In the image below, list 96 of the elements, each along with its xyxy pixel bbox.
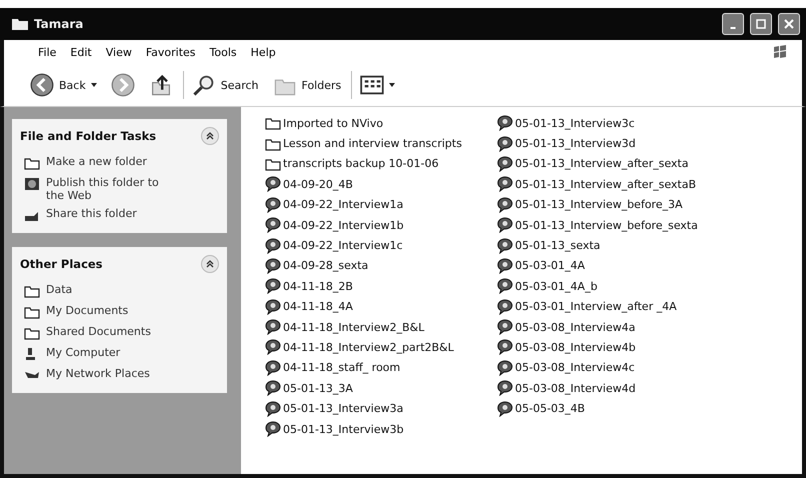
file-name[interactable]: 05-01-13_Interview_after_sextaB [515,178,696,191]
speech-bubble-icon [497,319,513,336]
maximize-button[interactable] [750,13,772,35]
speech-bubble-icon [265,176,281,192]
view-grid-icon [360,73,384,97]
speech-bubble-icon [497,278,513,294]
close-icon [784,19,794,29]
file-name[interactable]: 04-09-22_Interview1c [283,239,403,252]
chevron-up-icon [205,131,215,141]
folder-icon [12,18,28,30]
menu-item[interactable]: Edit [70,46,92,58]
panel-title: Other Places [20,257,103,271]
speech-bubble-icon [497,258,513,274]
file-name[interactable]: 05-03-01_4A [515,259,585,272]
caret-icon [90,83,97,87]
menu-item[interactable]: File [38,46,56,58]
file-name[interactable]: 05-05-03_4B [515,402,585,416]
file-name[interactable]: 04-11-18_Interview2_part2B&L [283,340,454,354]
file-name[interactable]: 04-11-18_staff_ room [283,361,400,374]
task-link[interactable]: Data [46,283,176,296]
file-name[interactable]: 04-11-18_2B [283,280,353,293]
file-name[interactable]: 05-01-13_Interview3a [283,402,404,416]
task-link[interactable]: My Network Places [46,367,176,380]
task-link[interactable]: Share this folder [46,207,176,220]
file-name[interactable]: 04-09-22_Interview1a [283,198,404,212]
minimize-button[interactable] [722,13,744,35]
file-name[interactable]: transcripts backup 10-01-06 [283,157,439,170]
file-name[interactable]: 05-01-13_Interview_before_sexta [515,218,698,232]
file-name[interactable]: 04-11-18_4A [283,300,353,314]
menu-item[interactable]: Tools [210,46,237,58]
search-button[interactable]: Search [182,71,263,99]
menu-item[interactable]: Favorites [146,46,196,58]
task-link[interactable]: Make a new folder [46,155,176,168]
file-name[interactable]: 05-01-13_Interview_before_3A [515,198,683,212]
file-name[interactable]: 05-01-13_Interview3d [515,137,636,150]
speech-bubble-icon [497,360,513,376]
file-name[interactable]: 05-01-13_3A [283,382,353,395]
speech-bubble-icon [265,421,281,438]
file-name[interactable]: 05-03-01_4A_b [515,280,598,293]
speech-bubble-icon [265,339,281,356]
file-name[interactable]: Lesson and interview transcripts [283,137,462,150]
speech-bubble-icon [265,380,281,396]
speech-bubble-icon [265,278,281,294]
file-name[interactable]: Imported to NVivo [283,116,384,130]
speech-bubble-icon [265,360,281,376]
speech-bubble-icon [497,136,513,152]
file-name[interactable]: 04-09-22_Interview1b [283,218,404,232]
flag-logo-icon [772,44,788,60]
close-button[interactable] [778,13,800,35]
file-name[interactable]: 05-03-08_Interview4b [515,340,636,354]
speech-bubble-icon [265,319,281,336]
globe-icon [24,176,40,192]
speech-bubble-icon [265,217,281,234]
speech-bubble-icon [265,400,281,417]
window-title: Tamara [34,17,84,31]
speech-bubble-icon [497,196,513,213]
speech-bubble-icon [497,115,513,132]
back-button[interactable]: Back [26,71,101,99]
folders-button[interactable]: Folders [268,71,346,99]
speech-bubble-icon [497,156,513,172]
minimize-icon [730,27,736,29]
speech-bubble-icon [497,380,513,396]
file-name[interactable]: 05-01-13_Interview3b [283,422,404,436]
panel-title: File and Folder Tasks [20,129,156,143]
speech-bubble-icon [497,217,513,234]
file-name[interactable]: 05-03-01_Interview_after _4A [515,300,677,314]
speech-bubble-icon [265,238,281,254]
task-link[interactable]: Shared Documents [46,325,176,338]
speech-bubble-icon [497,339,513,356]
file-name[interactable]: 05-03-08_Interview4c [515,361,635,374]
file-name[interactable]: 05-03-08_Interview4d [515,382,636,395]
speech-bubble-icon [497,176,513,192]
file-name[interactable]: 05-01-13_sexta [515,239,600,252]
maximize-icon [756,19,766,29]
file-name[interactable]: 05-03-08_Interview4a [515,320,636,334]
file-name[interactable]: 05-01-13_Interview_after_sexta [515,157,688,170]
task-link[interactable]: My Documents [46,304,176,317]
menu-item[interactable]: Help [250,46,276,58]
file-name[interactable]: 04-09-20_4B [283,178,353,191]
chevron-up-icon [205,259,215,269]
file-name[interactable]: 04-11-18_Interview2_B&L [283,320,424,334]
file-name[interactable]: 04-09-28_sexta [283,259,368,272]
caret-icon [389,83,396,87]
speech-bubble-icon [265,258,281,274]
file-name[interactable]: 05-01-13_Interview3c [515,116,635,130]
speech-bubble-icon [265,298,281,315]
search-icon [192,73,216,97]
task-link[interactable]: Publish this folder to the Web [46,176,176,202]
speech-bubble-icon [497,400,513,417]
speech-bubble-icon [265,196,281,213]
task-link[interactable]: My Computer [46,346,176,359]
collapse-button[interactable] [201,127,219,145]
speech-bubble-icon [497,298,513,315]
speech-bubble-icon [497,238,513,254]
menu-item[interactable]: View [106,46,132,58]
collapse-button[interactable] [201,255,219,273]
